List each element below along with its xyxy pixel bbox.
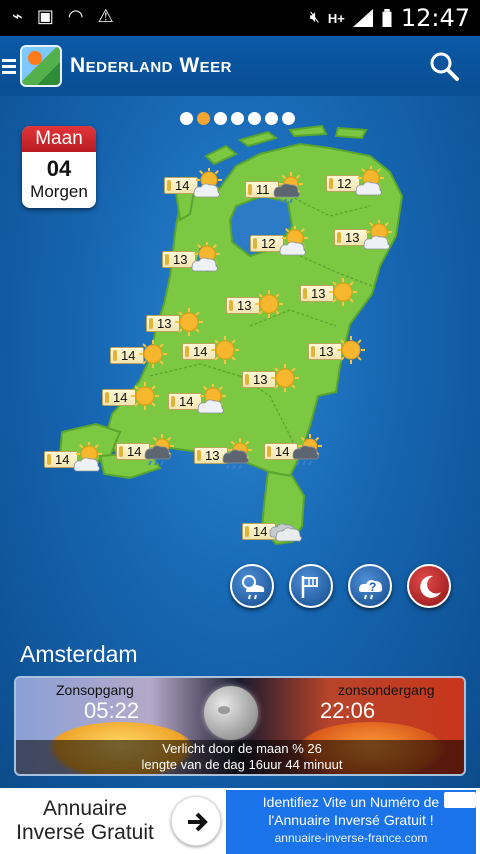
sun-icon [131,382,159,410]
sun-cloud-icon [363,220,392,250]
calendar-day: 04 [46,156,72,181]
wifi-icon: ◠ [67,6,84,26]
sun-cloud-rain-icon [242,575,265,600]
ad-line2: l'Annuaire Inversé Gratuit ! [268,812,434,828]
weather-map-view: Maan 04 Morgen 14 11 12 12 13 13 13 13 1… [0,96,480,788]
sun-cloud-icon [197,384,226,414]
page-dot-active[interactable] [197,112,210,125]
clock: 12:47 [400,4,470,32]
moon-icon [420,575,441,598]
ad-title[interactable]: Annuaire Inversé Gratuit [0,788,170,854]
cloud-question-icon: ? [359,580,383,600]
ad-title-line2: Inversé Gratuit [16,821,154,844]
page-dot[interactable] [248,112,261,125]
warning-icon: ⚠ [97,6,114,26]
image-icon: ▣ [36,6,54,26]
ad-line1: Identifiez Vite un Numéro de [262,794,440,810]
moon-phase-icon [204,686,258,740]
sun-cloud-icon [73,442,102,472]
wind-mode-button[interactable] [289,564,333,608]
rain-cloud-icon [292,434,322,466]
sun-icon [255,290,283,318]
page-dot[interactable] [265,112,278,125]
sun-icon [175,308,203,336]
forecast-info-button[interactable]: ? [348,564,392,608]
wind-icon [301,576,318,598]
map-mode-buttons: ? [230,564,451,608]
sunrise-label: Zonsopgang [56,682,134,698]
calendar-relative-day: Morgen [30,182,88,201]
day-length: lengte van de dag 16uur 44 minuut [141,757,343,772]
night-mode-button[interactable] [407,564,451,608]
ad-choices-icon[interactable] [444,792,476,808]
sun-icon [211,336,239,364]
weather-mode-button[interactable] [230,564,274,608]
page-dot[interactable] [180,112,193,125]
page-dot[interactable] [214,112,227,125]
arrow-right-icon [188,812,208,832]
rain-cloud-icon [273,172,303,204]
system-icons: 🔇︎ H+ 12:47 [310,4,470,32]
cloud-icon [269,523,302,542]
sun-icon [337,336,365,364]
notification-icons: ⌁ ▣ ◠ ⚠ [12,6,114,27]
sunrise-time: 05:22 [84,698,140,723]
sun-icon [139,340,167,368]
signal-icon [352,9,373,27]
rain-cloud-icon [222,438,252,470]
page-indicator [180,112,295,125]
date-calendar[interactable]: Maan 04 Morgen [22,126,96,208]
sun-cloud-icon [279,226,308,256]
svg-text:?: ? [369,580,376,594]
mute-icon: 🔇︎ [309,9,320,26]
sun-moon-panel: Zonsopgang 05:22 zonsondergang 22:06 Ver… [14,676,466,776]
menu-icon[interactable] [2,56,16,77]
page-dot[interactable] [282,112,295,125]
sunset-time: 22:06 [320,698,376,723]
app-logo [20,45,62,87]
daylight-info: Verlicht door de maan % 26 lengte van de… [16,740,464,774]
ad-description[interactable]: Identifiez Vite un Numéro de l'Annuaire … [226,790,476,854]
location-name: Amsterdam [20,641,138,667]
usb-icon: ⌁ [12,6,23,26]
status-bar: ⌁ ▣ ◠ ⚠ 🔇︎ H+ 12:47 [0,0,480,36]
ad-title-line1: Annuaire [42,797,128,820]
calendar-month: Maan [22,126,96,152]
app-bar: Nederland Weer [0,36,480,96]
page-dot[interactable] [231,112,244,125]
sun-icon [271,364,299,392]
sun-icon [329,278,357,306]
sun-cloud-icon [193,168,222,198]
sun-cloud-icon [191,242,220,272]
ad-banner[interactable]: Annuaire Inversé Gratuit Identifiez Vite… [0,788,480,854]
sunset-label: zonsondergang [338,682,435,698]
network-icon: H+ [327,10,345,26]
ad-url: annuaire-inverse-france.com [274,831,428,845]
rain-cloud-icon [144,434,174,466]
battery-icon [382,9,392,27]
moon-illumination: Verlicht door de maan % 26 [162,741,322,756]
app-title: Nederland Weer [70,54,232,77]
ad-go-button[interactable] [171,796,221,846]
search-icon[interactable] [428,50,460,82]
sun-cloud-icon [355,166,384,196]
